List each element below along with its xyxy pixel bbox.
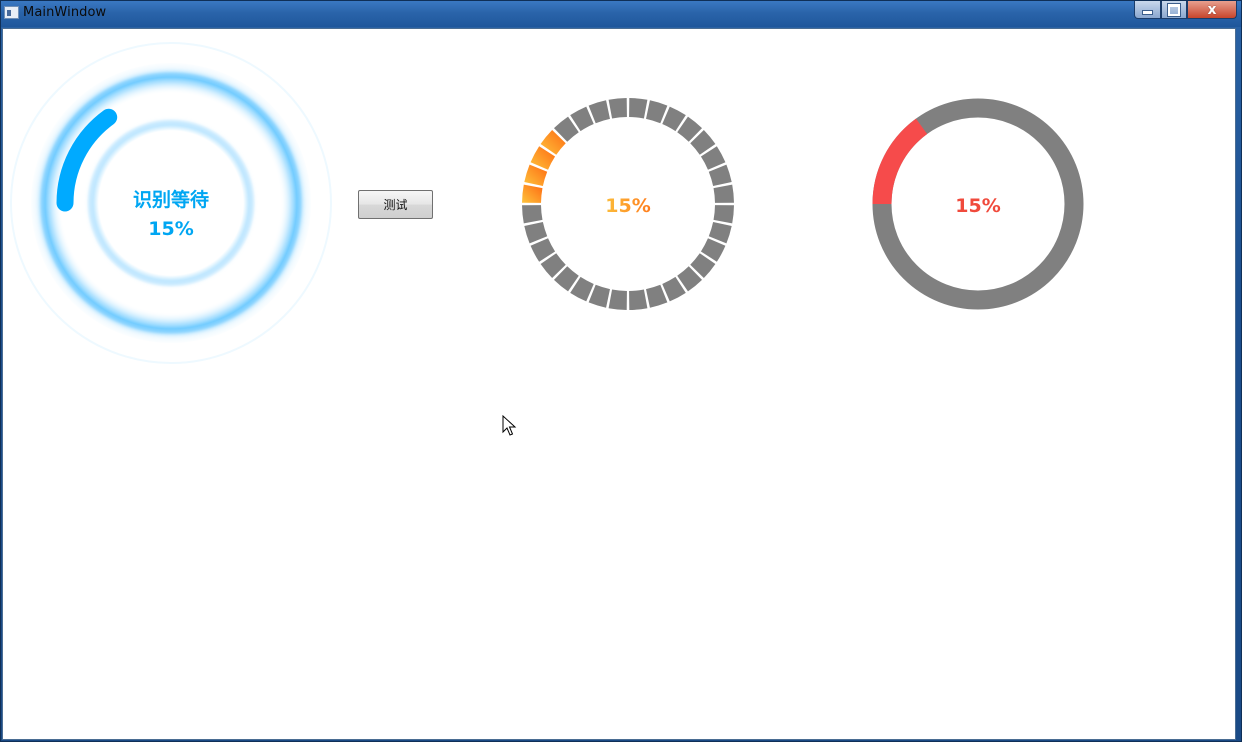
- test-button[interactable]: 测试: [358, 190, 433, 219]
- title-bar[interactable]: MainWindow x: [1, 1, 1241, 27]
- window-icon[interactable]: [4, 6, 19, 19]
- empty-segment: [608, 98, 627, 119]
- filled-segment: [522, 184, 543, 203]
- close-icon: x: [1207, 1, 1217, 18]
- ring1-percent: 15%: [148, 218, 193, 240]
- mouse-cursor-icon: [502, 415, 517, 436]
- ring1-caption: 识别等待: [133, 188, 209, 211]
- close-button[interactable]: x: [1187, 1, 1237, 19]
- empty-segment: [629, 289, 648, 310]
- empty-segment: [629, 98, 648, 119]
- minimize-icon: [1142, 10, 1153, 15]
- ring3-percent: 15%: [955, 195, 1000, 217]
- maximize-button[interactable]: [1161, 1, 1187, 19]
- client-area: 识别等待 15% 测试 15% 15%: [2, 28, 1236, 740]
- solid-progress-ring: 15%: [872, 98, 1084, 310]
- segmented-progress-ring: 15%: [522, 98, 734, 310]
- glow-progress-ring: 识别等待 15%: [10, 42, 332, 364]
- window-title: MainWindow: [23, 5, 107, 20]
- empty-segment: [713, 205, 734, 224]
- main-window: MainWindow x 识别等待 15% 测试 15% 15%: [0, 0, 1242, 742]
- maximize-icon: [1167, 2, 1181, 17]
- empty-segment: [522, 205, 543, 224]
- empty-segment: [608, 289, 627, 310]
- minimize-button[interactable]: [1134, 1, 1161, 19]
- empty-segment: [713, 184, 734, 203]
- ring2-percent: 15%: [605, 195, 650, 217]
- ring3-fill-arc: [872, 118, 928, 205]
